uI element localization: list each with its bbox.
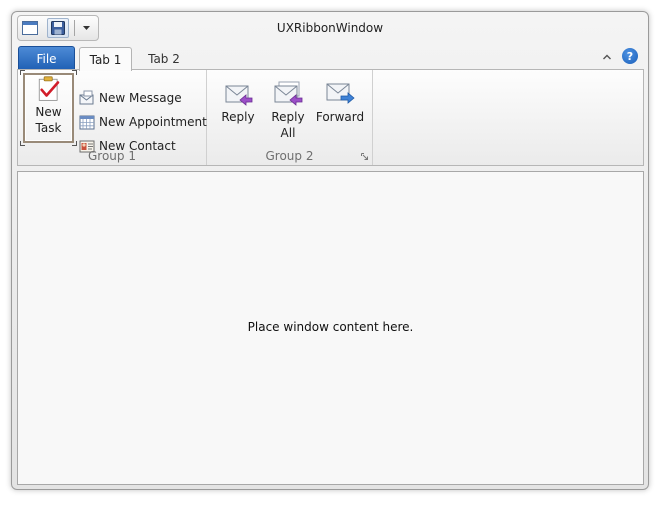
reply-icon — [225, 85, 253, 106]
focus-corner — [20, 141, 25, 146]
new-message-icon — [79, 90, 94, 105]
ribbon-panel: New Task New Message New Appointment New… — [17, 69, 644, 166]
new-task-label-line1: New — [35, 105, 62, 119]
dialog-launcher-icon[interactable] — [361, 153, 368, 160]
ribbon-window: UXRibbonWindow File Tab 1 Tab 2 ? New Ta… — [11, 11, 649, 490]
file-tab[interactable]: File — [18, 46, 75, 70]
reply-all-button[interactable]: Reply All — [265, 74, 311, 141]
forward-label-line1: Forward — [315, 110, 365, 124]
window-title: UXRibbonWindow — [276, 21, 384, 35]
help-icon[interactable]: ? — [622, 48, 638, 64]
ribbon-group-2: Reply Reply All Forward Group 2 — [207, 70, 373, 165]
new-appointment-button[interactable]: New Appointment — [79, 111, 207, 133]
forward-icon — [326, 83, 355, 104]
focus-corner — [72, 141, 77, 146]
window-content-area: Place window content here. — [17, 171, 644, 485]
reply-button[interactable]: Reply — [215, 74, 261, 125]
reply-all-label-line1: Reply — [271, 110, 305, 124]
collapse-ribbon-icon[interactable] — [602, 52, 612, 62]
group-1-label: Group 1 — [88, 149, 136, 163]
ribbon-group-1: New Task New Message New Appointment New… — [18, 70, 207, 165]
content-placeholder-text: Place window content here. — [247, 320, 414, 334]
reply-label-line1: Reply — [221, 110, 255, 124]
new-task-button[interactable]: New Task — [20, 70, 77, 146]
new-message-label: New Message — [99, 91, 182, 105]
new-appointment-label: New Appointment — [99, 115, 207, 129]
reply-all-icon — [274, 81, 303, 106]
tab-1[interactable]: Tab 1 — [79, 47, 132, 71]
task-checklist-icon — [38, 76, 59, 101]
group-2-label: Group 2 — [265, 149, 314, 163]
reply-all-label-line2: All — [280, 126, 296, 140]
forward-button[interactable]: Forward — [314, 74, 366, 125]
focus-corner — [20, 70, 25, 75]
new-task-label-line2: Task — [35, 121, 62, 135]
tab-2[interactable]: Tab 2 — [137, 47, 191, 70]
focus-corner — [72, 70, 77, 75]
new-message-button[interactable]: New Message — [79, 87, 182, 109]
calendar-icon — [79, 115, 95, 130]
